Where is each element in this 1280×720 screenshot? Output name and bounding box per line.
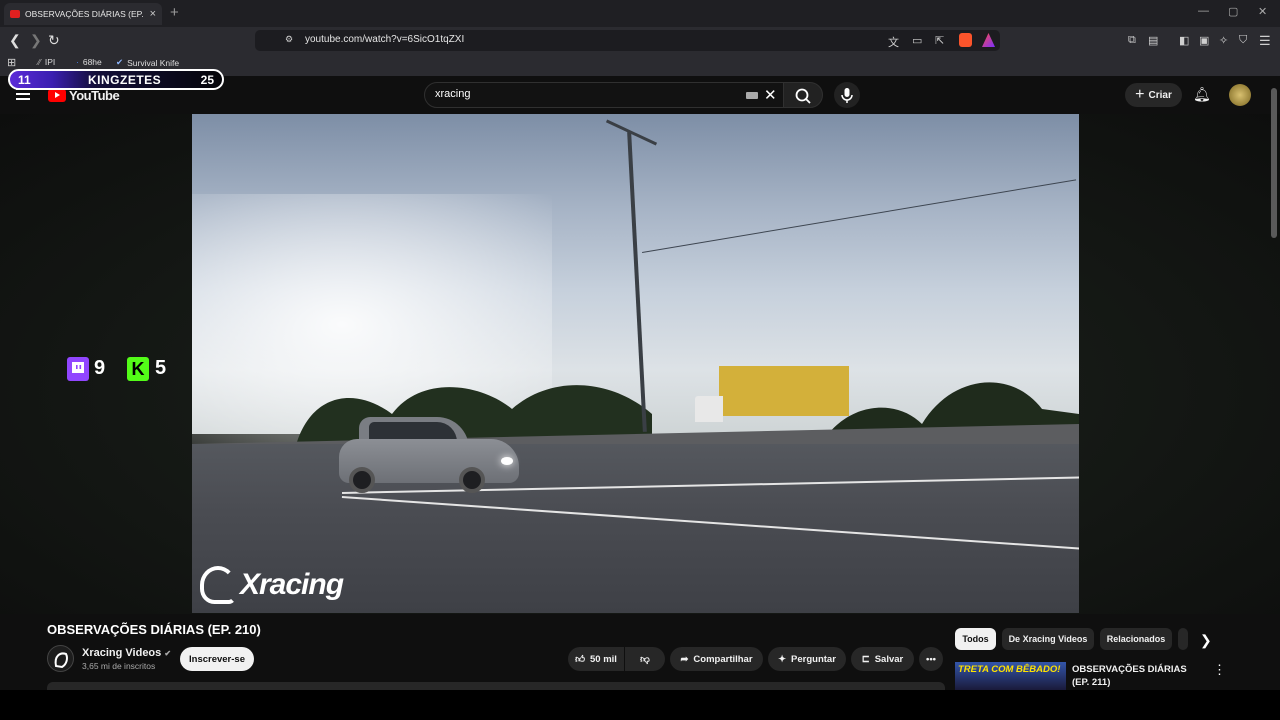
browser-tabbar: OBSERVAÇÕES DIÁRIAS (EP. 210 × + — ▢ ✕ <box>0 0 1280 27</box>
dislike-button[interactable]: 👎︎ <box>625 647 665 671</box>
address-bar[interactable]: ⚙ youtube.com/watch?v=6SicO1tqZXI 文 ▭ ⇱ <box>255 30 1000 51</box>
new-tab-button[interactable]: + <box>170 4 179 21</box>
more-icon: ••• <box>926 653 936 665</box>
thumbs-down-icon: 👎︎ <box>640 654 650 665</box>
cast-icon[interactable]: ▭ <box>912 34 922 47</box>
create-button[interactable]: + Criar <box>1125 83 1182 107</box>
share-button[interactable]: ➦ Compartilhar <box>670 647 763 671</box>
bookmark-favicon-icon: ✔ <box>116 57 124 67</box>
kick-icon: K <box>127 357 149 381</box>
video-player[interactable]: Xracing <box>192 114 1079 613</box>
ask-button[interactable]: ✦ Perguntar <box>768 647 846 671</box>
tab-groups-icon[interactable]: ▤ <box>1148 34 1158 47</box>
twitch-count: 9 <box>94 357 106 379</box>
car-wheel <box>349 467 375 493</box>
sparkle-icon: ✦ <box>778 653 787 665</box>
translate-icon[interactable]: 文 <box>888 34 899 50</box>
description-box[interactable] <box>47 682 945 690</box>
maximize-icon[interactable]: ▢ <box>1228 5 1238 18</box>
clear-search-icon[interactable]: ✕ <box>764 86 777 104</box>
right-score: 25 <box>200 72 214 87</box>
related-more-icon[interactable]: ⋮ <box>1213 662 1226 678</box>
related-video-thumbnail[interactable]: TRETA COM BÊBADO! <box>955 662 1066 690</box>
bookmark-favicon-icon: · <box>76 57 79 67</box>
sidebar-icon[interactable]: ◧ <box>1179 34 1189 47</box>
back-icon[interactable]: ❮ <box>9 32 21 49</box>
save-button[interactable]: ⊏ Salvar <box>851 647 914 671</box>
url-text: youtube.com/watch?v=6SicO1tqZXI <box>305 34 465 45</box>
taskbar <box>0 690 1280 720</box>
chip-relacionados[interactable]: Relacionados <box>1100 628 1172 650</box>
vpn-shield-icon[interactable]: ⛉ <box>1239 34 1247 47</box>
extensions-icon[interactable]: ⧉ <box>1128 34 1136 47</box>
brave-shield-icon[interactable] <box>959 33 972 47</box>
truck <box>719 366 849 416</box>
plus-icon: + <box>1135 86 1145 103</box>
subscribe-button[interactable]: Inscrever-se <box>180 647 254 671</box>
search-icon <box>795 88 811 104</box>
browser-tab[interactable]: OBSERVAÇÕES DIÁRIAS (EP. 210 × <box>4 3 162 25</box>
youtube-favicon-icon <box>10 10 20 18</box>
tab-close-icon[interactable]: × <box>150 8 156 20</box>
chip-de-xracing-videos[interactable]: De Xracing Videos <box>1002 628 1094 650</box>
truck-cab <box>695 396 723 422</box>
left-score: 11 <box>18 72 31 87</box>
page-scrollbar[interactable] <box>1271 88 1277 238</box>
chip-partial[interactable] <box>1178 628 1188 650</box>
overlay-name: KINGZETES <box>88 72 162 87</box>
voice-search-button[interactable] <box>834 82 860 108</box>
search-box: ✕ <box>424 82 784 108</box>
browser-menu-icon[interactable]: ☰ <box>1259 33 1271 49</box>
bookmark-favicon-icon: ⁄⁄ <box>38 57 41 67</box>
search-input[interactable] <box>435 88 725 100</box>
helmet-logo-icon <box>200 566 236 604</box>
twitch-icon <box>67 357 89 381</box>
search-button[interactable] <box>783 82 823 108</box>
reload-icon[interactable]: ↻ <box>48 32 60 49</box>
more-actions-button[interactable]: ••• <box>919 647 943 671</box>
apps-grid-icon[interactable]: ⊞ <box>7 56 16 69</box>
like-button[interactable]: 👍︎ 50 mil <box>568 647 624 671</box>
kick-count: 5 <box>155 357 167 379</box>
car-headlight <box>501 457 513 465</box>
verified-icon: ✔ <box>164 649 172 658</box>
share-icon: ➦ <box>680 653 689 665</box>
youtube-play-icon <box>48 89 66 102</box>
car-wheel <box>459 467 485 493</box>
video-title: OBSERVAÇÕES DIÁRIAS (EP. 210) <box>47 622 261 637</box>
brave-rewards-icon[interactable] <box>982 33 995 47</box>
window-close-icon[interactable]: ✕ <box>1258 5 1267 18</box>
bookmark-survival-knife[interactable]: ✔ Survival Knife <box>116 57 179 68</box>
forward-icon[interactable]: ❯ <box>30 32 42 49</box>
share-page-icon[interactable]: ⇱ <box>935 34 944 47</box>
xracing-watermark: Xracing <box>200 566 344 604</box>
site-info-icon[interactable]: ⚙ <box>285 34 293 45</box>
wallet-icon[interactable]: ▣ <box>1199 34 1209 47</box>
keyboard-icon[interactable] <box>746 92 758 99</box>
leo-ai-icon[interactable]: ✧ <box>1219 34 1228 47</box>
stream-score-overlay: 11 KINGZETES 25 <box>8 69 224 90</box>
chip-todos[interactable]: Todos <box>955 628 996 650</box>
minimize-icon[interactable]: — <box>1198 5 1209 17</box>
youtube-logo[interactable]: YouTube <box>48 88 120 103</box>
related-video-title[interactable]: OBSERVAÇÕES DIÁRIAS (EP. 211) <box>1072 663 1202 689</box>
silver-car <box>339 417 519 495</box>
channel-avatar[interactable] <box>47 645 74 672</box>
chevron-right-icon[interactable]: ❯ <box>1200 632 1212 649</box>
bookmark-68he[interactable]: · 68he <box>76 57 102 67</box>
bookmark-ipi[interactable]: ⁄⁄ IPI <box>38 57 55 67</box>
subscriber-count: 3,65 mi de inscritos <box>82 661 156 671</box>
tab-title: OBSERVAÇÕES DIÁRIAS (EP. 210 <box>25 9 145 19</box>
user-avatar[interactable] <box>1229 84 1251 106</box>
mic-icon <box>841 88 853 103</box>
channel-name[interactable]: Xracing Videos ✔ <box>82 647 171 659</box>
thumbs-up-icon: 👍︎ <box>575 654 585 665</box>
bell-icon[interactable]: 🔔︎ <box>1193 86 1211 103</box>
bookmark-icon: ⊏ <box>861 653 870 665</box>
